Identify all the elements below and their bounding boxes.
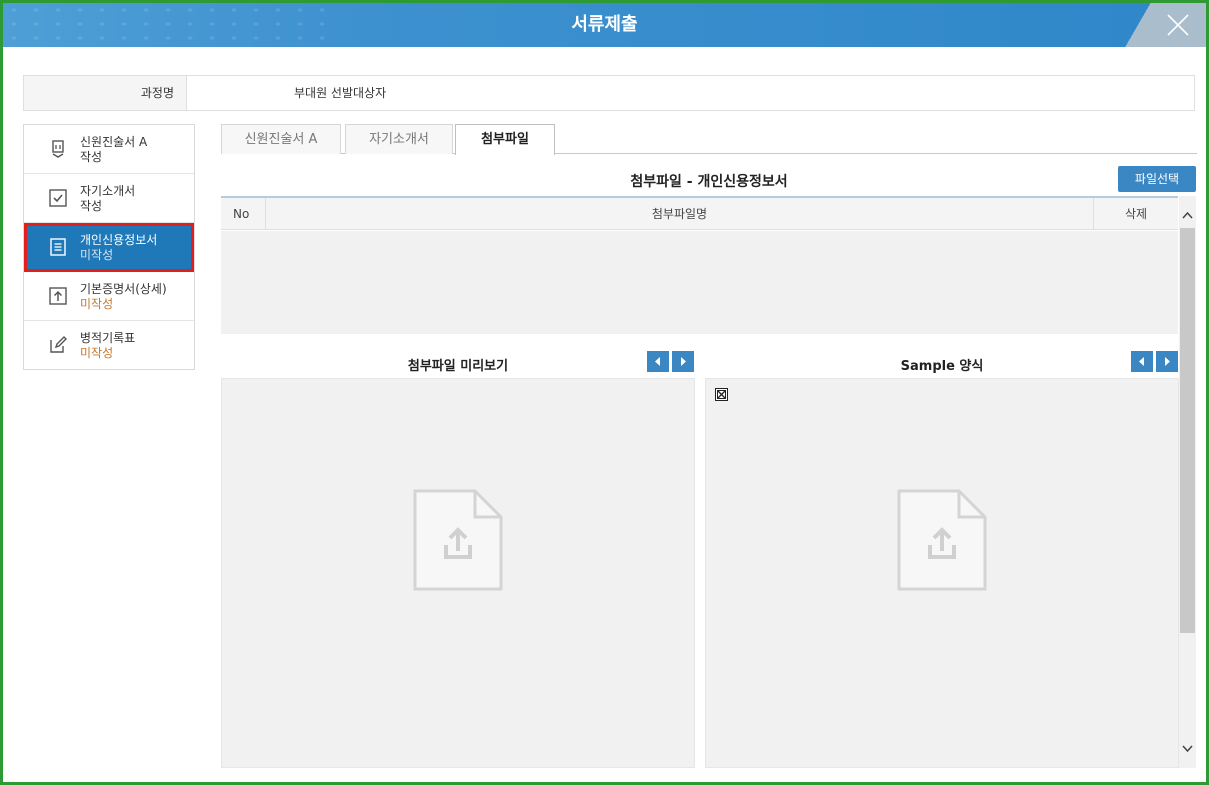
title-bar: 서류제출 <box>3 3 1206 47</box>
broken-image-icon <box>715 388 728 401</box>
sidebar-item-military-record[interactable]: 병적기록표 미작성 <box>24 321 194 370</box>
sidebar-item-status: 미작성 <box>80 297 114 311</box>
sample-form-pane <box>705 378 1179 768</box>
sidebar-item-name: 신원진술서 A <box>80 135 148 149</box>
sidebar-item-status: 미작성 <box>80 248 114 262</box>
file-upload-icon <box>897 489 987 591</box>
sample-prev-button[interactable] <box>1131 351 1153 372</box>
sample-title: Sample 양식 <box>900 359 984 374</box>
sidebar-item-identity-statement[interactable]: 신원진술서 A 작성 <box>24 125 194 174</box>
arrow-left-icon <box>1139 357 1144 366</box>
sidebar-item-name: 개인신용정보서 <box>80 233 158 247</box>
edit-icon <box>50 336 67 353</box>
sidebar-item-name: 병적기록표 <box>80 331 136 345</box>
sample-pager <box>1131 351 1178 372</box>
sample-next-button[interactable] <box>1156 351 1178 372</box>
scroll-up-icon[interactable] <box>1179 206 1196 226</box>
column-file-name: 첨부파일명 <box>651 207 708 221</box>
file-upload-icon <box>413 489 503 591</box>
attachments-table-body <box>221 231 1178 334</box>
upload-box-icon <box>49 287 67 305</box>
preview-prev-button[interactable] <box>647 351 669 372</box>
scrollbar-thumb[interactable] <box>1180 228 1195 633</box>
attachments-table-header: No 첨부파일명 삭제 <box>221 196 1178 230</box>
sidebar-item-self-introduction[interactable]: 자기소개서 작성 <box>24 174 194 223</box>
tab-identity-statement[interactable]: 신원진술서 A <box>221 124 341 154</box>
course-label: 과정명 <box>24 76 187 110</box>
arrow-right-icon <box>681 357 686 366</box>
preview-pager <box>647 351 694 372</box>
sidebar-item-name: 자기소개서 <box>80 184 136 198</box>
column-delete: 삭제 <box>1124 207 1148 221</box>
course-value: 부대원 선발대상자 <box>294 86 387 100</box>
arrow-left-icon <box>655 357 660 366</box>
arrow-right-icon <box>1165 357 1170 366</box>
close-area <box>1116 3 1206 47</box>
attachment-preview-pane <box>221 378 695 768</box>
preview-title: 첨부파일 미리보기 <box>407 359 509 374</box>
preview-next-button[interactable] <box>672 351 694 372</box>
scroll-down-icon[interactable] <box>1179 738 1196 758</box>
close-icon[interactable] <box>1164 11 1192 39</box>
checkbox-icon <box>49 189 67 207</box>
stamp-icon <box>52 140 64 158</box>
dialog-window: 서류제출 과정명 부대원 선발대상자 신원진술서 A 작성 자기소개서 작성 개… <box>0 0 1209 785</box>
sidebar-item-basic-certificate[interactable]: 기본증명서(상세) 미작성 <box>24 272 194 321</box>
document-icon <box>50 238 66 256</box>
dialog-title: 서류제출 <box>571 14 638 35</box>
document-tabs: 신원진술서 A 자기소개서 첨부파일 <box>221 124 1197 155</box>
course-row: 과정명 부대원 선발대상자 <box>23 75 1195 111</box>
attachments-title: 첨부파일 - 개인신용정보서 <box>630 174 788 190</box>
vertical-scrollbar[interactable] <box>1179 196 1196 768</box>
sidebar-item-status: 미작성 <box>80 346 114 360</box>
file-select-button[interactable]: 파일선택 <box>1118 166 1196 192</box>
tab-self-introduction[interactable]: 자기소개서 <box>345 124 453 154</box>
sidebar-item-name: 기본증명서(상세) <box>80 282 167 296</box>
sidebar-item-status: 작성 <box>80 150 103 164</box>
tab-attachments[interactable]: 첨부파일 <box>455 124 555 155</box>
sidebar-item-status: 작성 <box>80 199 103 213</box>
column-no: No <box>233 207 250 221</box>
document-sidebar: 신원진술서 A 작성 자기소개서 작성 개인신용정보서 미작성 기본증명서(상세… <box>23 124 195 370</box>
sidebar-item-credit-info[interactable]: 개인신용정보서 미작성 <box>24 223 194 272</box>
